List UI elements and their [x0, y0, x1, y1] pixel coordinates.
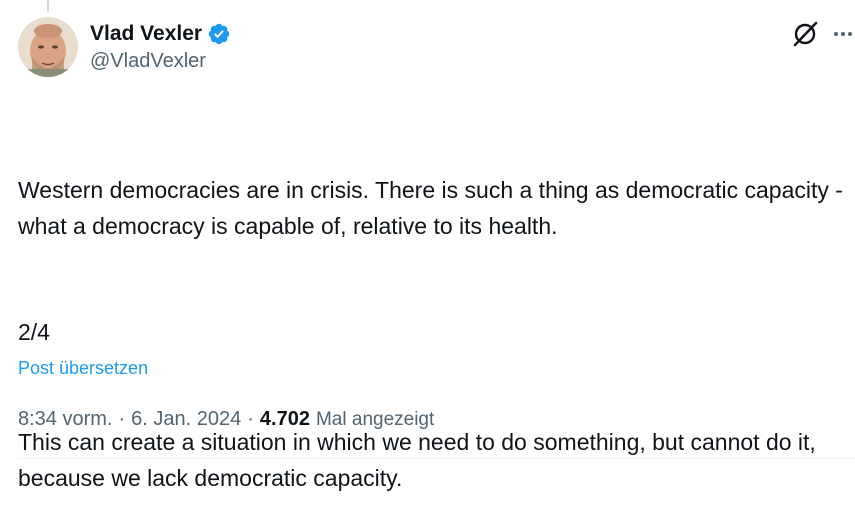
translate-post-link[interactable]: Post übersetzen — [18, 358, 148, 379]
author-display-name[interactable]: Vlad Vexler — [90, 22, 202, 46]
more-horizontal-icon[interactable] — [832, 24, 854, 44]
thread-counter: 2/4 — [18, 319, 50, 345]
grok-icon[interactable] — [791, 20, 819, 48]
separator: · — [118, 408, 126, 430]
views-label: Mal angezeigt — [315, 409, 435, 430]
post-date[interactable]: 6. Jan. 2024 — [131, 408, 241, 431]
tweet-paragraph: Western democracies are in crisis. There… — [18, 177, 850, 239]
divider — [18, 458, 855, 459]
author-handle[interactable]: @VladVexler — [90, 50, 206, 73]
author-name-row[interactable]: Vlad Vexler — [90, 20, 231, 48]
avatar-image — [18, 17, 78, 77]
post-metadata: 8:34 vorm. · 6. Jan. 2024 · 4.702 Mal an… — [18, 408, 434, 431]
thread-connector-line — [47, 0, 49, 12]
verified-badge-icon[interactable] — [207, 22, 231, 46]
separator: · — [247, 408, 254, 430]
avatar[interactable] — [18, 17, 78, 77]
views-count[interactable]: 4.702 — [260, 408, 310, 431]
tweet-text: Western democracies are in crisis. There… — [18, 100, 843, 532]
post-time[interactable]: 8:34 vorm. — [18, 408, 112, 431]
tweet-paragraph: This can create a situation in which we … — [18, 429, 823, 491]
